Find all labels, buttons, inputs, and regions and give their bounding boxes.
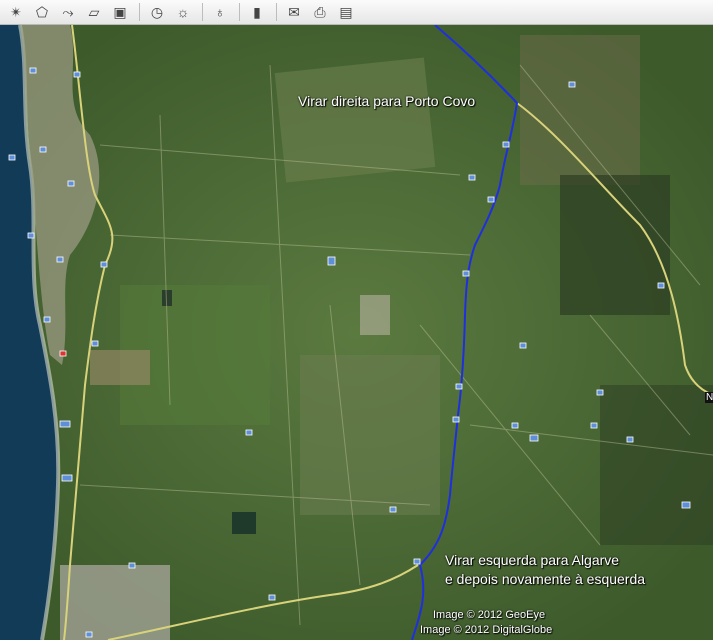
historical-imagery-button[interactable]: ◷ bbox=[145, 1, 169, 23]
field-patch bbox=[274, 57, 436, 183]
bottom-instruction-line2: e depois novamente à esquerda bbox=[445, 571, 646, 587]
field-patch bbox=[300, 355, 440, 515]
toolbar-separator bbox=[202, 3, 203, 21]
pushpin-star-icon: ✴ bbox=[10, 3, 22, 20]
polygon-icon: ⬠ bbox=[35, 3, 49, 20]
top-instruction-label: Virar direita para Porto Covo bbox=[298, 93, 476, 109]
poi-red-icon bbox=[59, 350, 67, 357]
add-placemark-button[interactable]: ✴ bbox=[4, 1, 28, 23]
reservoir bbox=[232, 512, 256, 534]
sunlight-button[interactable]: ☼ bbox=[171, 1, 195, 23]
town-area bbox=[60, 565, 170, 640]
printer-icon: ⎙ bbox=[314, 3, 326, 20]
toolbar-separator bbox=[139, 3, 140, 21]
image-overlay-icon: ▱ bbox=[88, 3, 100, 20]
ruler-button[interactable]: ▮ bbox=[245, 1, 269, 23]
toolbar-separator bbox=[239, 3, 240, 21]
add-path-button[interactable]: ⤳ bbox=[56, 1, 80, 23]
ruler-icon: ▮ bbox=[253, 3, 261, 20]
clock-icon: ◷ bbox=[150, 3, 164, 20]
switch-sky-button[interactable]: ♁ bbox=[208, 1, 232, 23]
add-polygon-button[interactable]: ⬠ bbox=[30, 1, 54, 23]
satellite-imagery bbox=[0, 25, 713, 640]
bottom-instruction-line1: Virar esquerda para Algarve bbox=[445, 552, 620, 568]
field-patch bbox=[360, 295, 390, 335]
road-marker-label: N bbox=[705, 392, 713, 403]
imagery-credit-1: Image © 2012 GeoEye bbox=[433, 609, 546, 621]
envelope-icon: ✉ bbox=[288, 3, 300, 20]
camera-icon: ▣ bbox=[113, 3, 127, 20]
planet-icon: ♁ bbox=[214, 4, 226, 20]
view-in-maps-button[interactable]: ▤ bbox=[334, 1, 358, 23]
dark-forest bbox=[600, 385, 713, 545]
map-icon: ▤ bbox=[339, 3, 353, 20]
map-view[interactable]: Virar direita para Porto Covo Virar esqu… bbox=[0, 25, 713, 640]
email-button[interactable]: ✉ bbox=[282, 1, 306, 23]
toolbar: ✴ ⬠ ⤳ ▱ ▣ ◷ ☼ ♁ ▮ ✉ ⎙ ▤ bbox=[0, 0, 713, 25]
toolbar-separator bbox=[276, 3, 277, 21]
sun-icon: ☼ bbox=[176, 4, 190, 20]
print-button[interactable]: ⎙ bbox=[308, 1, 332, 23]
field-patch bbox=[90, 350, 150, 385]
imagery-credit-2: Image © 2012 DigitalGlobe bbox=[420, 624, 553, 636]
record-tour-button[interactable]: ▣ bbox=[108, 1, 132, 23]
add-image-overlay-button[interactable]: ▱ bbox=[82, 1, 106, 23]
path-icon: ⤳ bbox=[62, 3, 74, 20]
